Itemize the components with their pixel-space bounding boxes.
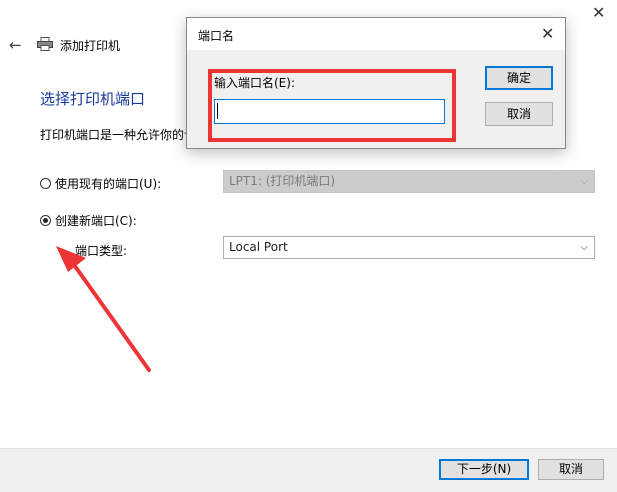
use-existing-port-label: 使用现有的端口(U): xyxy=(55,177,162,191)
page-heading: 选择打印机端口 xyxy=(40,90,146,108)
chevron-down-icon: ⌵ xyxy=(580,242,588,253)
close-icon[interactable]: ✕ xyxy=(592,5,605,21)
existing-port-select: LPT1: (打印机端口) ⌵ xyxy=(223,170,595,193)
dialog-cancel-button[interactable]: 取消 xyxy=(485,102,553,126)
dialog-title: 端口名 xyxy=(198,29,235,43)
cancel-button[interactable]: 取消 xyxy=(538,459,604,480)
existing-port-value: LPT1: (打印机端口) xyxy=(229,174,336,188)
ok-button[interactable]: 确定 xyxy=(485,66,553,90)
printer-icon xyxy=(37,37,53,51)
wizard-title: 添加打印机 xyxy=(60,39,121,53)
use-existing-port-radio[interactable] xyxy=(40,178,51,189)
create-new-port-radio[interactable] xyxy=(40,215,51,226)
chevron-down-icon: ⌵ xyxy=(580,176,588,187)
create-new-port-option[interactable]: 创建新端口(C): xyxy=(40,212,137,229)
port-type-select[interactable]: Local Port ⌵ xyxy=(223,236,595,259)
annotation-highlight-box xyxy=(208,69,456,142)
close-icon[interactable]: ✕ xyxy=(541,26,554,42)
port-type-value: Local Port xyxy=(229,240,288,254)
dialog-titlebar: 端口名 ✕ xyxy=(187,18,565,50)
next-button[interactable]: 下一步(N) xyxy=(439,459,529,480)
page-description: 打印机端口是一种允许你的计 xyxy=(40,128,197,142)
port-type-label: 端口类型: xyxy=(75,244,128,258)
create-new-port-label: 创建新端口(C): xyxy=(55,214,137,228)
wizard-footer: 下一步(N) 取消 xyxy=(0,448,617,492)
use-existing-port-option[interactable]: 使用现有的端口(U): xyxy=(40,175,161,192)
back-arrow-icon[interactable]: ← xyxy=(9,36,22,54)
